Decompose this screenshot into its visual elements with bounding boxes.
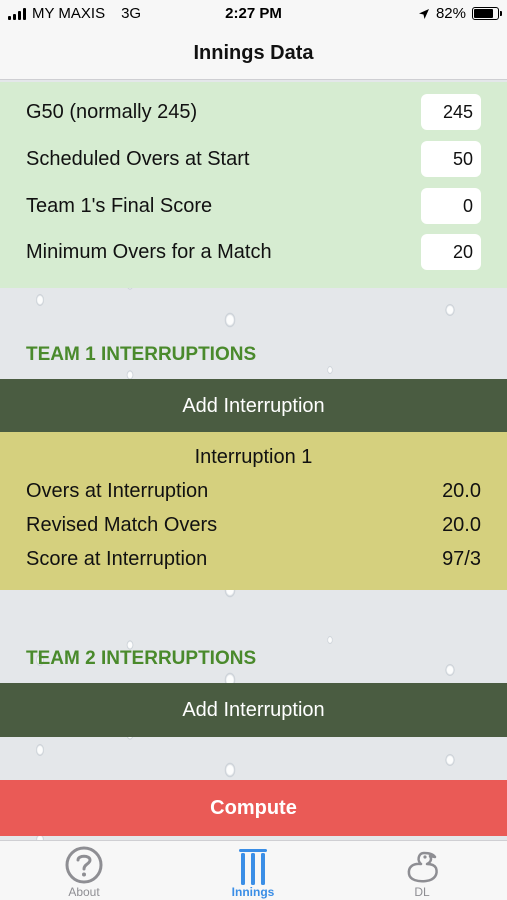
setting-row-minimum-overs: Minimum Overs for a Match <box>0 230 507 276</box>
row-label: Overs at Interruption <box>26 480 209 502</box>
status-bar: MY MAXIS 3G 2:27 PM 82% <box>0 0 507 28</box>
team2-add-interruption-button[interactable]: Add Interruption <box>0 683 507 737</box>
setting-row-team1-score: Team 1's Final Score <box>0 184 507 230</box>
question-circle-icon <box>65 846 103 884</box>
team1-add-interruption-button[interactable]: Add Interruption <box>0 379 507 433</box>
tab-innings[interactable]: Innings <box>193 843 313 900</box>
row-label: Score at Interruption <box>26 548 208 570</box>
tab-label: Innings <box>231 885 275 899</box>
row-value: 20.0 <box>442 480 481 502</box>
battery-percent: 82% <box>435 5 466 22</box>
g50-input[interactable] <box>421 94 481 130</box>
setting-label: G50 (normally 245) <box>26 101 198 123</box>
tab-label: DL <box>414 885 430 899</box>
interruption-row-score: Score at Interruption 97/3 <box>26 548 481 571</box>
scheduled-overs-input[interactable] <box>421 141 481 177</box>
page-title: Innings Data <box>193 42 314 64</box>
setting-label: Minimum Overs for a Match <box>26 241 272 263</box>
row-label: Revised Match Overs <box>26 514 218 536</box>
location-arrow-icon <box>418 8 429 19</box>
row-value: 97/3 <box>442 548 481 570</box>
setting-label: Scheduled Overs at Start <box>26 148 250 170</box>
interruption-title: Interruption 1 <box>194 446 313 468</box>
minimum-overs-input[interactable] <box>421 234 481 270</box>
tab-label: About <box>68 885 100 899</box>
setting-row-g50: G50 (normally 245) <box>0 90 507 136</box>
navigation-bar: Innings Data <box>0 28 507 80</box>
setting-label: Team 1's Final Score <box>26 195 213 217</box>
tab-dl[interactable]: DL <box>362 843 482 900</box>
interruption-card[interactable]: Interruption 1 Overs at Interruption 20.… <box>0 432 507 590</box>
team2-section-title: TEAM 2 INTERRUPTIONS <box>26 648 257 669</box>
row-value: 20.0 <box>442 514 481 536</box>
battery-icon <box>472 7 502 20</box>
setting-row-scheduled-overs: Scheduled Overs at Start <box>0 137 507 183</box>
tab-bar: About Innings DL <box>0 840 507 900</box>
tab-about[interactable]: About <box>24 843 144 900</box>
interruption-row-overs: Overs at Interruption 20.0 <box>26 480 481 503</box>
duck-icon <box>407 851 438 883</box>
interruption-row-revised-overs: Revised Match Overs 20.0 <box>26 514 481 537</box>
status-right: 82% <box>418 5 502 22</box>
team1-section-title: TEAM 1 INTERRUPTIONS <box>26 344 257 365</box>
team1-score-input[interactable] <box>421 188 481 224</box>
settings-panel: G50 (normally 245) Scheduled Overs at St… <box>0 82 507 288</box>
stumps-icon <box>239 849 267 885</box>
compute-button[interactable]: Compute <box>0 780 507 836</box>
